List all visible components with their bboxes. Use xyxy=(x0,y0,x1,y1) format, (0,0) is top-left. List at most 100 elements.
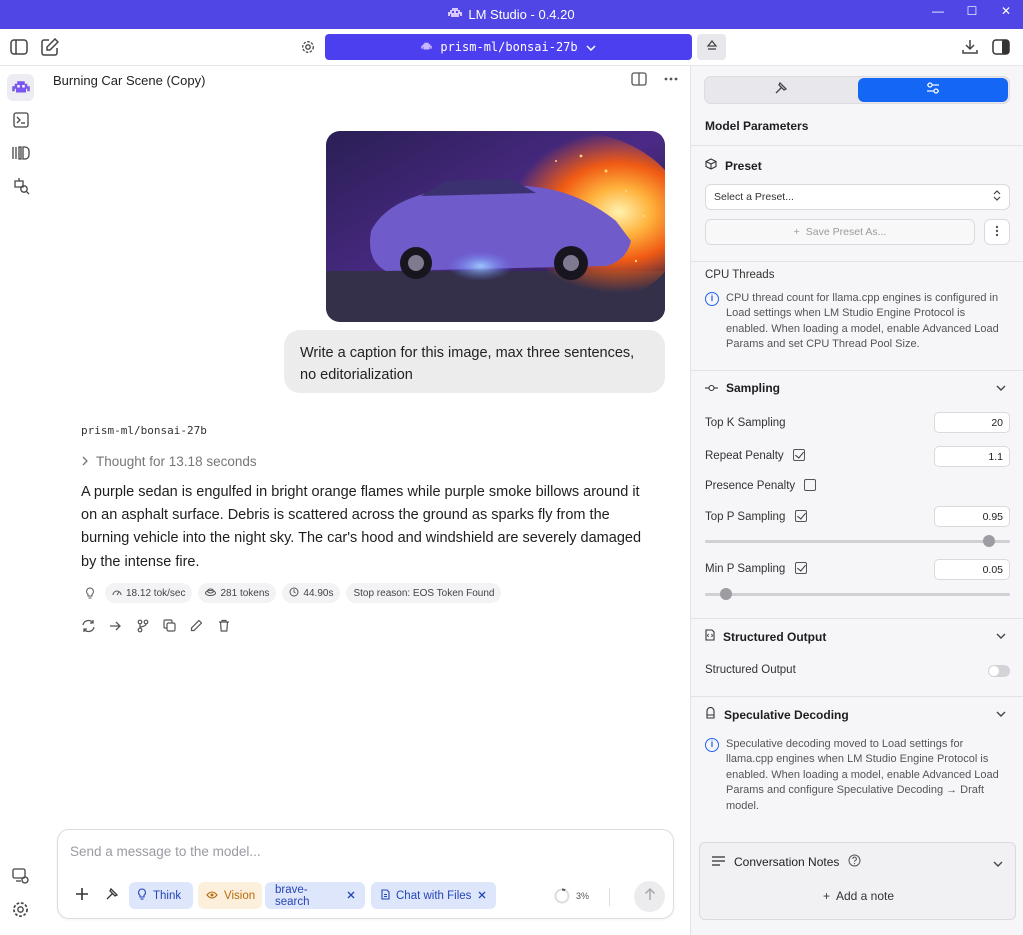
thought-toggle[interactable]: Thought for 13.18 seconds xyxy=(82,454,257,469)
structured-output-toggle[interactable] xyxy=(988,665,1010,677)
tools-button[interactable] xyxy=(100,882,124,909)
remove-plugin-icon[interactable] xyxy=(478,890,486,902)
gear-icon[interactable] xyxy=(296,35,320,59)
top-p-input[interactable]: 0.95 xyxy=(934,506,1010,527)
hammer-icon xyxy=(105,887,119,904)
conversation-notes-header[interactable]: Conversation Notes xyxy=(712,854,861,870)
remove-plugin-icon[interactable] xyxy=(347,890,355,902)
tab-tools[interactable] xyxy=(705,77,857,103)
cpu-threads-info: i CPU thread count for llama.cpp engines… xyxy=(705,291,1005,353)
trash-icon[interactable] xyxy=(214,616,233,635)
preset-select[interactable]: Select a Preset... xyxy=(705,184,1010,210)
presence-penalty-checkbox[interactable] xyxy=(804,479,817,491)
tokens-icon xyxy=(205,588,217,599)
chevron-down-icon[interactable] xyxy=(993,854,1003,872)
speculative-decoding-section-header[interactable]: Speculative Decoding xyxy=(705,706,849,722)
minimize-button[interactable]: — xyxy=(921,0,955,22)
add-note-button[interactable]: + Add a note xyxy=(700,889,1017,903)
download-icon[interactable] xyxy=(958,35,982,59)
chevron-down-icon[interactable] xyxy=(996,708,1006,720)
chevron-down-icon xyxy=(586,40,596,54)
vertical-dots-icon xyxy=(995,225,999,240)
gauge-icon xyxy=(112,588,122,599)
chat-title[interactable]: Burning Car Scene (Copy) xyxy=(53,73,205,88)
tokens-stat: 281 tokens xyxy=(198,583,277,603)
stop-reason-stat: Stop reason: EOS Token Found xyxy=(346,583,502,603)
presence-penalty-row: Presence Penalty xyxy=(705,479,817,492)
divider xyxy=(691,696,1023,697)
structured-doc-icon xyxy=(705,629,715,644)
thought-label: Thought for 13.18 seconds xyxy=(96,454,257,469)
close-button[interactable]: ✕ xyxy=(989,0,1023,22)
structured-output-section-header[interactable]: Structured Output xyxy=(705,629,826,644)
panel-tabs xyxy=(704,76,1010,104)
context-usage-ring-icon xyxy=(554,888,570,904)
message-composer: Think Vision brave-search Chat with File… xyxy=(57,829,674,919)
generation-stats: 18.12 tok/sec 281 tokens 44.90s Stop rea… xyxy=(81,583,502,603)
top-p-slider-handle[interactable] xyxy=(982,535,995,547)
time-stat: 44.90s xyxy=(282,583,341,603)
top-p-slider[interactable] xyxy=(705,535,1010,547)
maximize-button[interactable]: ☐ xyxy=(955,0,989,22)
eject-button[interactable] xyxy=(697,34,726,60)
help-question-icon[interactable] xyxy=(848,854,861,870)
conversation-notes: Conversation Notes + Add a note xyxy=(699,842,1016,920)
regenerate-icon[interactable] xyxy=(79,616,98,635)
top-p-checkbox[interactable] xyxy=(794,510,807,522)
top-toolbar: prism-ml/bonsai-27b xyxy=(0,29,1023,66)
chevron-down-icon[interactable] xyxy=(996,630,1006,642)
chevron-down-icon[interactable] xyxy=(996,382,1006,394)
speculative-decoding-info: i Speculative decoding moved to Load set… xyxy=(705,737,1005,814)
message-actions xyxy=(79,616,233,635)
top-k-input[interactable]: 20 xyxy=(934,412,1010,433)
send-button[interactable] xyxy=(634,881,665,912)
toggle-sidebar-icon[interactable] xyxy=(7,35,31,59)
split-view-icon[interactable] xyxy=(628,68,650,90)
assistant-model-label: prism-ml/bonsai-27b xyxy=(81,424,207,437)
remote-devices-icon[interactable] xyxy=(7,862,34,889)
context-usage[interactable]: 3% xyxy=(554,888,589,904)
min-p-input[interactable]: 0.05 xyxy=(934,559,1010,580)
developer-terminal-icon[interactable] xyxy=(7,106,34,133)
sampling-icon xyxy=(705,381,718,395)
plugin-chip-chat-with-files[interactable]: Chat with Files xyxy=(371,882,496,909)
left-rail xyxy=(0,66,40,935)
more-options-icon[interactable] xyxy=(660,68,682,90)
chat-mode-icon[interactable] xyxy=(7,74,34,101)
my-models-icon[interactable] xyxy=(7,139,34,166)
min-p-slider[interactable] xyxy=(705,588,1010,600)
continue-arrow-icon[interactable] xyxy=(106,616,125,635)
vision-toggle[interactable]: Vision xyxy=(198,882,262,909)
edit-pencil-icon[interactable] xyxy=(187,616,206,635)
copy-icon[interactable] xyxy=(160,616,179,635)
save-preset-button[interactable]: + Save Preset As... xyxy=(705,219,975,245)
branch-icon[interactable] xyxy=(133,616,152,635)
new-chat-icon[interactable] xyxy=(38,35,62,59)
model-name: prism-ml/bonsai-27b xyxy=(440,40,578,54)
add-attachment-button[interactable] xyxy=(70,882,94,909)
discover-search-icon[interactable] xyxy=(7,172,34,199)
user-attached-image[interactable] xyxy=(326,131,665,322)
eject-icon xyxy=(706,38,718,56)
repeat-penalty-input[interactable]: 1.1 xyxy=(934,446,1010,467)
title-bar: LM Studio - 0.4.20 — ☐ ✕ xyxy=(0,0,1023,29)
structured-output-label: Structured Output xyxy=(705,664,796,676)
divider xyxy=(691,618,1023,619)
think-toggle[interactable]: Think xyxy=(129,882,193,909)
preset-more-button[interactable] xyxy=(984,219,1010,245)
sampling-section-header[interactable]: Sampling xyxy=(705,381,780,395)
plugin-chip-brave-search[interactable]: brave-search xyxy=(265,882,365,909)
settings-gear-icon[interactable] xyxy=(7,896,34,923)
speculative-icon xyxy=(705,706,716,722)
divider xyxy=(609,888,610,906)
lightbulb-icon[interactable] xyxy=(81,583,99,603)
min-p-checkbox[interactable] xyxy=(794,562,807,574)
cube-icon xyxy=(705,158,717,173)
plus-icon xyxy=(75,887,89,904)
min-p-slider-handle[interactable] xyxy=(720,588,733,600)
tab-model-parameters[interactable] xyxy=(858,78,1008,102)
repeat-penalty-checkbox[interactable] xyxy=(792,449,805,461)
model-selector[interactable]: prism-ml/bonsai-27b xyxy=(325,34,692,60)
message-input[interactable] xyxy=(70,844,660,859)
toggle-right-panel-icon[interactable] xyxy=(989,35,1013,59)
